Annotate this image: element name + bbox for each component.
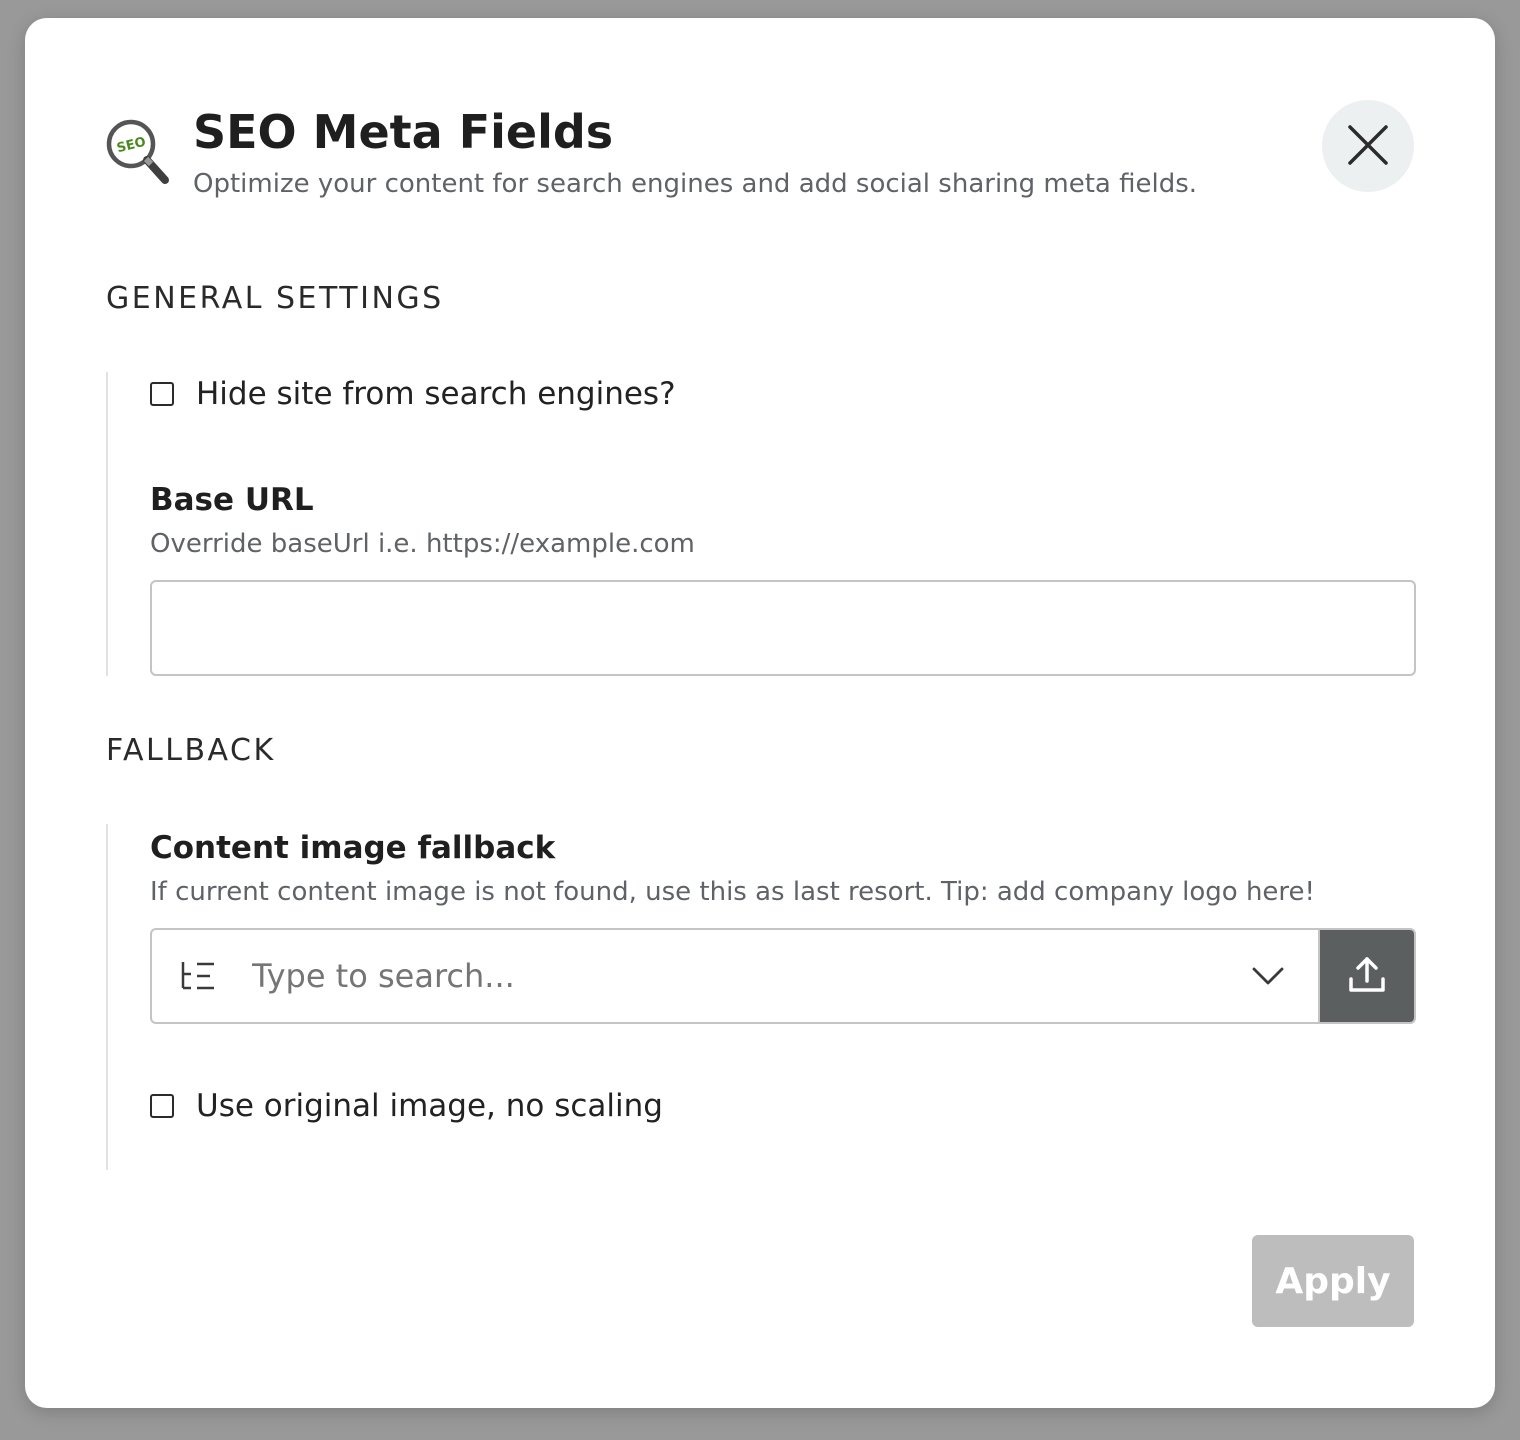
base-url-help: Override baseUrl i.e. https://example.co… [150,529,695,559]
use-original-image-checkbox-row[interactable]: Use original image, no scaling [150,1086,663,1126]
content-image-fallback-help: If current content image is not found, u… [150,877,1315,907]
base-url-input[interactable] [150,580,1416,676]
tree-list-icon[interactable] [180,961,216,991]
content-image-fallback-label: Content image fallback [150,830,556,866]
close-icon [1348,124,1388,168]
general-settings-section: Hide site from search engines? Base URL … [106,372,1418,676]
apply-button[interactable]: Apply [1252,1235,1414,1327]
dialog-subtitle: Optimize your content for search engines… [193,169,1198,199]
dialog-header: SEO SEO Meta Fields Optimize your conten… [105,104,1415,214]
use-original-image-checkbox-label: Use original image, no scaling [196,1088,663,1124]
base-url-label: Base URL [150,482,314,518]
dialog-title: SEO Meta Fields [193,105,614,159]
upload-icon [1347,955,1387,998]
seo-meta-fields-dialog: SEO SEO Meta Fields Optimize your conten… [25,18,1495,1408]
hide-site-checkbox-row[interactable]: Hide site from search engines? [150,374,676,414]
upload-image-button[interactable] [1318,930,1414,1022]
seo-logo-icon: SEO [105,118,173,188]
fallback-heading: FALLBACK [106,733,276,768]
chevron-down-icon[interactable] [1250,964,1286,988]
fallback-section: Content image fallback If current conten… [106,824,1418,1170]
use-original-image-checkbox[interactable] [150,1094,174,1118]
hide-site-checkbox[interactable] [150,382,174,406]
close-button[interactable] [1322,100,1414,192]
content-image-search-input[interactable] [252,930,1212,1022]
content-image-search-combobox[interactable] [150,928,1416,1024]
general-settings-heading: GENERAL SETTINGS [106,281,444,316]
hide-site-checkbox-label: Hide site from search engines? [196,376,676,412]
